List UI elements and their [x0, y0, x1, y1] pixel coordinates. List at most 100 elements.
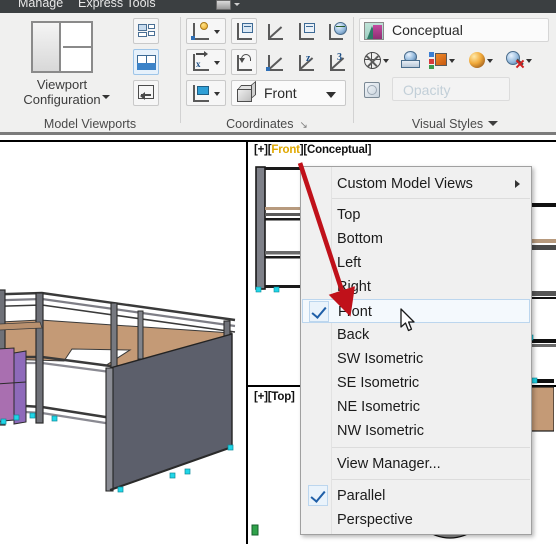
viewport-configuration-button[interactable]: Viewport Configuration [12, 21, 112, 107]
chevron-down-icon[interactable] [526, 59, 532, 63]
ucs-face-button[interactable] [231, 18, 257, 44]
chevron-down-icon[interactable] [383, 59, 389, 63]
shadow-display-button[interactable] [397, 47, 423, 73]
ucs-object-button[interactable] [293, 18, 319, 44]
menu-item-label: Right [337, 279, 371, 295]
visual-style-icon [364, 22, 384, 40]
front-viewport-label-view: Front [271, 144, 300, 156]
shadow-box-icon [398, 48, 422, 72]
xray-cube-icon [360, 78, 384, 102]
chevron-down-icon[interactable] [326, 92, 336, 98]
face-style-button[interactable] [463, 47, 497, 73]
ribbon-tab-express-tools[interactable]: Express Tools [78, 0, 156, 10]
chevron-down-icon[interactable] [214, 61, 220, 65]
dialog-box-launcher-icon[interactable]: ↘ [300, 120, 308, 131]
menu-item-ne-isometric[interactable]: NE Isometric [302, 395, 530, 419]
no-xray-button[interactable] [501, 47, 535, 73]
ucs-y-axis-button[interactable] [262, 49, 288, 75]
chevron-down-icon[interactable] [102, 95, 110, 99]
menu-item-label: NE Isometric [337, 399, 420, 415]
top-viewport-label: [+][Top] [254, 391, 295, 403]
viewport-grid-icon [134, 50, 158, 74]
view-context-menu[interactable]: Custom Model Views Top Bottom Left Right… [300, 166, 532, 535]
named-viewports-icon [134, 19, 158, 43]
menu-item-se-isometric[interactable]: SE Isometric [302, 371, 530, 395]
chevron-down-icon[interactable] [449, 59, 455, 63]
chevron-down-icon[interactable] [234, 3, 240, 6]
ribbon-tab-manage[interactable]: Manage [18, 0, 63, 10]
chevron-down-icon[interactable] [487, 59, 493, 63]
menu-separator [332, 198, 530, 199]
ucs-origin-button[interactable] [186, 18, 226, 44]
chevron-down-icon[interactable] [214, 30, 220, 34]
ucs-object-icon [294, 19, 318, 43]
menu-separator [332, 479, 530, 480]
front-viewport-label: [+][Front][Conceptual] [254, 144, 372, 156]
ucs-3-axis-icon: 3 [325, 50, 349, 74]
panel-label-visual-styles: Visual Styles [354, 117, 556, 131]
menu-item-left[interactable]: Left [302, 251, 530, 275]
xray-effect-button[interactable] [359, 77, 385, 103]
named-viewports-button[interactable] [133, 18, 159, 44]
visual-style-combo-value: Conceptual [392, 22, 463, 38]
menu-item-nw-isometric[interactable]: NW Isometric [302, 419, 530, 443]
checkmark-icon [309, 301, 329, 322]
panel-visual-styles: Conceptual Opacity Visual Styles [354, 13, 556, 132]
menu-item-label: Custom Model Views [337, 176, 473, 192]
menu-item-right[interactable]: Right [302, 275, 530, 299]
ucs-3-axis-button[interactable]: 3 [324, 49, 350, 75]
menu-item-label: Left [337, 255, 362, 271]
ucs-world-icon [325, 19, 349, 43]
visual-style-combo[interactable]: Conceptual [359, 18, 549, 42]
ucs-previous-icon [232, 50, 256, 74]
checkmark-icon [308, 485, 328, 506]
join-viewports-button[interactable] [133, 80, 159, 106]
ribbon-tab-strip: Manage Express Tools [0, 0, 556, 13]
front-viewport-label-suffix: ][Conceptual] [299, 144, 372, 156]
ucs-view-combo-value: Front [264, 85, 297, 101]
menu-item-label: Back [337, 327, 370, 343]
ucs-z-axis-button[interactable]: z [293, 49, 319, 75]
view-cube-icon [237, 80, 257, 102]
edge-display-button[interactable] [359, 47, 393, 73]
menu-item-label: View Manager... [337, 456, 441, 472]
ucs-previous-button[interactable] [231, 49, 257, 75]
ucs-3point-button[interactable] [262, 18, 288, 44]
menu-item-label: Front [338, 304, 372, 320]
ucs-view-combo[interactable]: Front [231, 80, 346, 106]
panel-label-visual-styles-text: Visual Styles [411, 117, 484, 131]
ribbon: Viewport Configuration Model Viewports x… [0, 13, 556, 135]
menu-item-label: Top [337, 207, 361, 223]
viewport-configuration-label-line2: Configuration [23, 92, 101, 107]
menu-item-label: SE Isometric [337, 375, 420, 391]
menu-item-label: SW Isometric [337, 351, 424, 367]
ucs-y-axis-icon [263, 50, 287, 74]
menu-item-parallel[interactable]: Parallel [302, 484, 530, 508]
mouse-cursor [400, 308, 415, 332]
front-viewport-label-prefix: [+][ [254, 144, 272, 156]
panel-label-coordinates: Coordinates ↘ [181, 117, 353, 131]
viewport-grid-button[interactable] [133, 49, 159, 75]
menu-item-label: NW Isometric [337, 423, 424, 439]
menu-item-bottom[interactable]: Bottom [302, 227, 530, 251]
chevron-down-icon[interactable] [214, 92, 220, 96]
face-color-mode-button[interactable] [425, 47, 459, 73]
panel-label-model-viewports: Model Viewports [43, 117, 137, 131]
ucs-marker-icon [251, 524, 259, 536]
menu-item-view-manager[interactable]: View Manager... [302, 452, 530, 476]
ucs-world-button[interactable] [324, 18, 350, 44]
menu-item-sw-isometric[interactable]: SW Isometric [302, 347, 530, 371]
panel-label-coordinates-text: Coordinates [226, 117, 294, 131]
save-icon[interactable] [216, 0, 231, 10]
chevron-down-icon[interactable] [488, 121, 499, 126]
opacity-placeholder: Opacity [403, 82, 451, 98]
ucs-x-axis-button[interactable]: x [186, 49, 226, 75]
menu-item-perspective[interactable]: Perspective [302, 508, 530, 532]
menu-item-label: Parallel [337, 488, 386, 504]
ucs-named-button[interactable] [186, 80, 226, 106]
menu-item-custom-model-views[interactable]: Custom Model Views [302, 172, 530, 196]
menu-item-top[interactable]: Top [302, 203, 530, 227]
opacity-input[interactable]: Opacity [392, 77, 510, 101]
menu-item-label: Bottom [337, 231, 383, 247]
ucs-3point-icon [263, 19, 287, 43]
